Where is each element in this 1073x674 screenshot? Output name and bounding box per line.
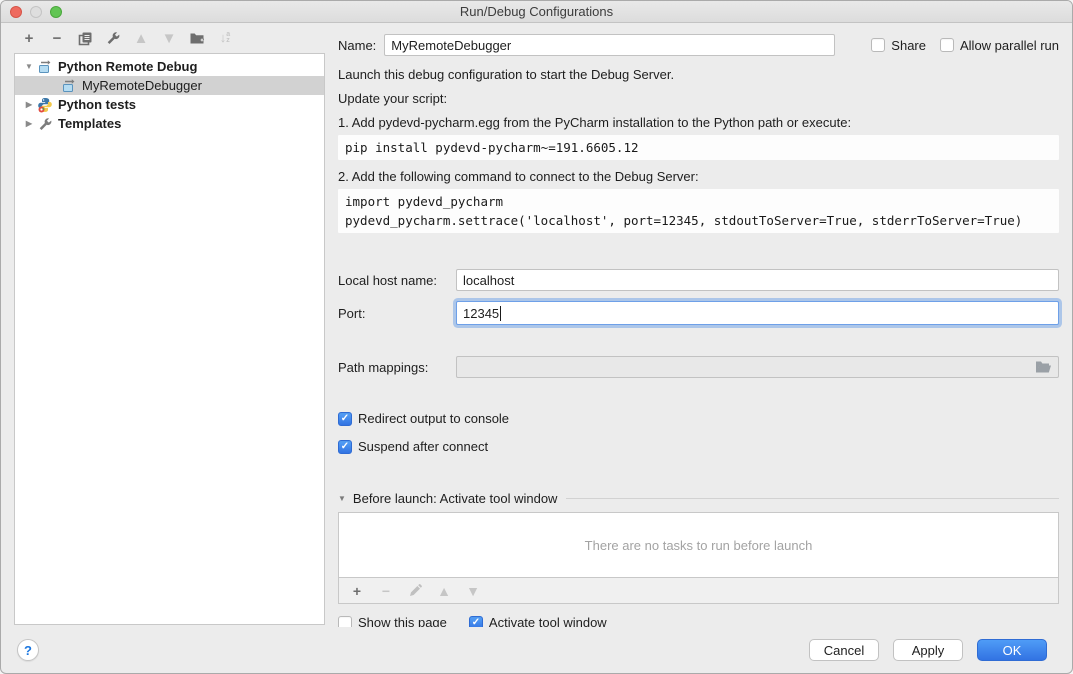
local-host-name-label: Local host name: — [338, 273, 456, 288]
collapse-arrow-icon[interactable]: ▼ — [21, 62, 37, 71]
titlebar[interactable]: Run/Debug Configurations — [1, 1, 1072, 23]
name-input[interactable]: MyRemoteDebugger — [384, 34, 835, 56]
apply-button[interactable]: Apply — [893, 639, 963, 661]
local-host-name-input[interactable]: localhost — [456, 269, 1059, 291]
before-launch-task-list[interactable]: There are no tasks to run before launch — [338, 512, 1059, 578]
intro-text: Launch this debug configuration to start… — [338, 67, 1059, 82]
minimize-window-button[interactable] — [30, 6, 42, 18]
move-up-icon[interactable]: ▲ — [133, 30, 149, 46]
tree-item-python-tests[interactable]: ▶ Python tests — [15, 95, 324, 114]
move-task-up-icon[interactable]: ▲ — [436, 583, 452, 599]
move-task-down-icon[interactable]: ▼ — [465, 583, 481, 599]
new-folder-icon[interactable] — [189, 30, 205, 46]
help-button[interactable]: ? — [17, 639, 39, 661]
allow-parallel-run-label: Allow parallel run — [960, 38, 1059, 53]
share-checkbox[interactable] — [871, 38, 885, 52]
templates-wrench-icon — [37, 116, 53, 132]
configurations-sidebar: + − ▲ ▼ ↓ az — [1, 23, 325, 627]
path-mappings-label: Path mappings: — [338, 360, 456, 375]
update-script-text: Update your script: — [338, 91, 1059, 106]
suspend-after-connect-label: Suspend after connect — [358, 439, 488, 454]
task-list-toolbar: + − ▲ ▼ — [338, 578, 1059, 604]
name-label: Name: — [338, 38, 376, 53]
tree-item-label: Templates — [58, 116, 121, 131]
step1-text: 1. Add pydevd-pycharm.egg from the PyCha… — [338, 115, 1059, 130]
zoom-window-button[interactable] — [50, 6, 62, 18]
run-debug-configurations-dialog: Run/Debug Configurations + − ▲ ▼ — [0, 0, 1073, 674]
window-title: Run/Debug Configurations — [460, 4, 613, 19]
step2-text: 2. Add the following command to connect … — [338, 169, 1059, 184]
allow-parallel-run-checkbox[interactable] — [940, 38, 954, 52]
ok-button[interactable]: OK — [977, 639, 1047, 661]
browse-folder-icon[interactable] — [1035, 360, 1052, 374]
tree-item-label: MyRemoteDebugger — [82, 78, 202, 93]
share-label: Share — [891, 38, 926, 53]
remove-task-icon[interactable]: − — [378, 583, 394, 599]
expand-arrow-icon[interactable]: ▶ — [21, 119, 37, 128]
port-label: Port: — [338, 306, 456, 321]
redirect-output-label: Redirect output to console — [358, 411, 509, 426]
remove-configuration-icon[interactable]: − — [49, 30, 65, 46]
run-config-icon — [37, 59, 53, 75]
port-input[interactable]: 12345 — [456, 301, 1059, 325]
add-task-icon[interactable]: + — [349, 583, 365, 599]
python-tests-icon — [37, 97, 53, 113]
configuration-form: Name: MyRemoteDebugger Share Allow paral… — [325, 23, 1072, 627]
text-caret — [500, 306, 501, 321]
path-mappings-input[interactable] — [456, 356, 1059, 378]
run-config-icon — [61, 78, 77, 94]
sidebar-toolbar: + − ▲ ▼ ↓ az — [14, 23, 325, 53]
expand-arrow-icon[interactable]: ▶ — [21, 100, 37, 109]
move-down-icon[interactable]: ▼ — [161, 30, 177, 46]
tree-item-python-remote-debug[interactable]: ▼ Python Remote Debug — [15, 57, 324, 76]
tree-item-templates[interactable]: ▶ Templates — [15, 114, 324, 133]
add-configuration-icon[interactable]: + — [21, 30, 37, 46]
configurations-tree: ▼ Python Remote Debug MyRemoteDebugger ▶ — [14, 53, 325, 625]
sort-alphabetically-icon[interactable]: ↓ az — [217, 30, 233, 46]
show-this-page-label: Show this page — [358, 615, 447, 627]
cancel-button[interactable]: Cancel — [809, 639, 879, 661]
settrace-code: import pydevd_pycharm pydevd_pycharm.set… — [338, 189, 1059, 233]
show-this-page-checkbox[interactable] — [338, 616, 352, 628]
tree-item-myremotedebugger[interactable]: MyRemoteDebugger — [15, 76, 324, 95]
help-icon: ? — [24, 643, 32, 658]
collapse-section-icon[interactable]: ▼ — [338, 494, 346, 503]
activate-tool-window-label: Activate tool window — [489, 615, 607, 627]
suspend-after-connect-checkbox[interactable] — [338, 440, 352, 454]
redirect-output-checkbox[interactable] — [338, 412, 352, 426]
tree-item-label: Python Remote Debug — [58, 59, 197, 74]
edit-task-pencil-icon[interactable] — [407, 583, 423, 599]
activate-tool-window-checkbox[interactable] — [469, 616, 483, 628]
copy-configuration-icon[interactable] — [77, 30, 93, 46]
before-launch-section-header[interactable]: ▼ Before launch: Activate tool window — [338, 491, 1059, 506]
edit-templates-wrench-icon[interactable] — [105, 30, 121, 46]
close-window-button[interactable] — [10, 6, 22, 18]
empty-task-list-text: There are no tasks to run before launch — [585, 538, 813, 553]
pip-install-code: pip install pydevd-pycharm~=191.6605.12 — [338, 135, 1059, 160]
traffic-lights — [10, 6, 62, 18]
before-launch-title: Before launch: Activate tool window — [353, 491, 558, 506]
section-divider — [566, 498, 1059, 499]
dialog-footer: ? Cancel Apply OK — [1, 627, 1072, 673]
tree-item-label: Python tests — [58, 97, 136, 112]
